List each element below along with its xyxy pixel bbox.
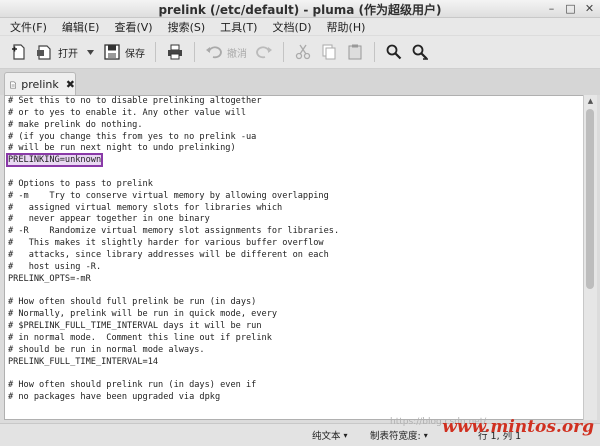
close-tab-icon[interactable]: ✖ bbox=[66, 78, 75, 91]
vertical-scrollbar[interactable]: ▲ bbox=[583, 95, 597, 420]
open-recent-dropdown[interactable] bbox=[82, 39, 99, 65]
cut-button[interactable] bbox=[290, 39, 316, 65]
minimize-button[interactable]: – bbox=[545, 2, 558, 15]
search-icon bbox=[386, 44, 402, 60]
open-button[interactable]: 打开 bbox=[32, 39, 82, 65]
save-button[interactable]: 保存 bbox=[99, 39, 149, 65]
tab-width-label: 制表符宽度: bbox=[370, 431, 421, 442]
toolbar-separator bbox=[155, 42, 156, 62]
toolbar: 打开 保存 撤消 bbox=[0, 36, 600, 69]
open-label: 打开 bbox=[58, 48, 78, 60]
document-text[interactable]: # Set this to no to disable prelinking a… bbox=[5, 96, 583, 404]
find-button[interactable] bbox=[381, 39, 407, 65]
save-label: 保存 bbox=[125, 48, 145, 60]
open-file-icon bbox=[37, 45, 51, 60]
toolbar-separator bbox=[374, 42, 375, 62]
find-replace-button[interactable] bbox=[407, 39, 433, 65]
chevron-down-icon: ▾ bbox=[423, 430, 428, 440]
chevron-down-icon: ▾ bbox=[343, 430, 348, 440]
new-document-icon bbox=[12, 44, 25, 60]
menu-edit[interactable]: 编辑(E) bbox=[52, 19, 105, 35]
menu-help[interactable]: 帮助(H) bbox=[317, 19, 371, 35]
undo-icon bbox=[206, 46, 222, 59]
close-window-button[interactable]: ✕ bbox=[583, 2, 596, 15]
menu-bar: 文件(F) 编辑(E) 查看(V) 搜索(S) 工具(T) 文档(D) 帮助(H… bbox=[0, 18, 600, 35]
watermark-site: www.mintos.org bbox=[442, 417, 594, 437]
printer-icon bbox=[168, 44, 182, 60]
syntax-label: 纯文本 bbox=[312, 431, 341, 442]
print-button[interactable] bbox=[162, 39, 188, 65]
search-replace-icon bbox=[412, 44, 428, 60]
undo-button[interactable]: 撤消 bbox=[201, 39, 251, 65]
tab-width-selector[interactable]: 制表符宽度: ▾ bbox=[370, 428, 428, 443]
menu-search[interactable]: 搜索(S) bbox=[158, 19, 211, 35]
syntax-selector[interactable]: 纯文本 ▾ bbox=[312, 428, 348, 443]
menu-view[interactable]: 查看(V) bbox=[104, 19, 157, 35]
text-editor[interactable]: # Set this to no to disable prelinking a… bbox=[4, 95, 584, 420]
scissors-icon bbox=[295, 44, 311, 60]
menu-file[interactable]: 文件(F) bbox=[0, 19, 52, 35]
text-file-icon bbox=[10, 81, 17, 88]
scrollbar-thumb[interactable] bbox=[586, 109, 594, 289]
redo-icon bbox=[256, 46, 272, 59]
clipboard-icon bbox=[348, 44, 362, 60]
new-document-button[interactable] bbox=[6, 39, 32, 65]
text-after-highlight: # Options to pass to prelink # -m Try to… bbox=[8, 178, 340, 403]
undo-label: 撤消 bbox=[227, 48, 247, 60]
toolbar-separator bbox=[283, 42, 284, 62]
copy-icon bbox=[322, 44, 336, 60]
menu-tools[interactable]: 工具(T) bbox=[210, 19, 262, 35]
chevron-down-icon bbox=[87, 49, 94, 55]
paste-button[interactable] bbox=[342, 39, 368, 65]
document-tab-bar: prelink ✖ bbox=[0, 69, 600, 96]
maximize-button[interactable]: □ bbox=[564, 2, 577, 15]
menu-documents[interactable]: 文档(D) bbox=[262, 19, 316, 35]
toolbar-separator bbox=[194, 42, 195, 62]
tab-prelink[interactable]: prelink ✖ bbox=[4, 72, 76, 96]
title-bar: prelink (/etc/default) - pluma (作为超级用户) … bbox=[0, 0, 600, 18]
save-icon bbox=[104, 44, 120, 60]
redo-button[interactable] bbox=[251, 39, 277, 65]
tab-label: prelink bbox=[21, 78, 59, 91]
highlighted-setting: PRELINKING=unknown bbox=[5, 153, 104, 168]
window-title: prelink (/etc/default) - pluma (作为超级用户) bbox=[158, 3, 442, 17]
scroll-up-icon[interactable]: ▲ bbox=[584, 95, 597, 107]
copy-button[interactable] bbox=[316, 39, 342, 65]
text-before-highlight: # Set this to no to disable prelinking a… bbox=[8, 96, 262, 154]
